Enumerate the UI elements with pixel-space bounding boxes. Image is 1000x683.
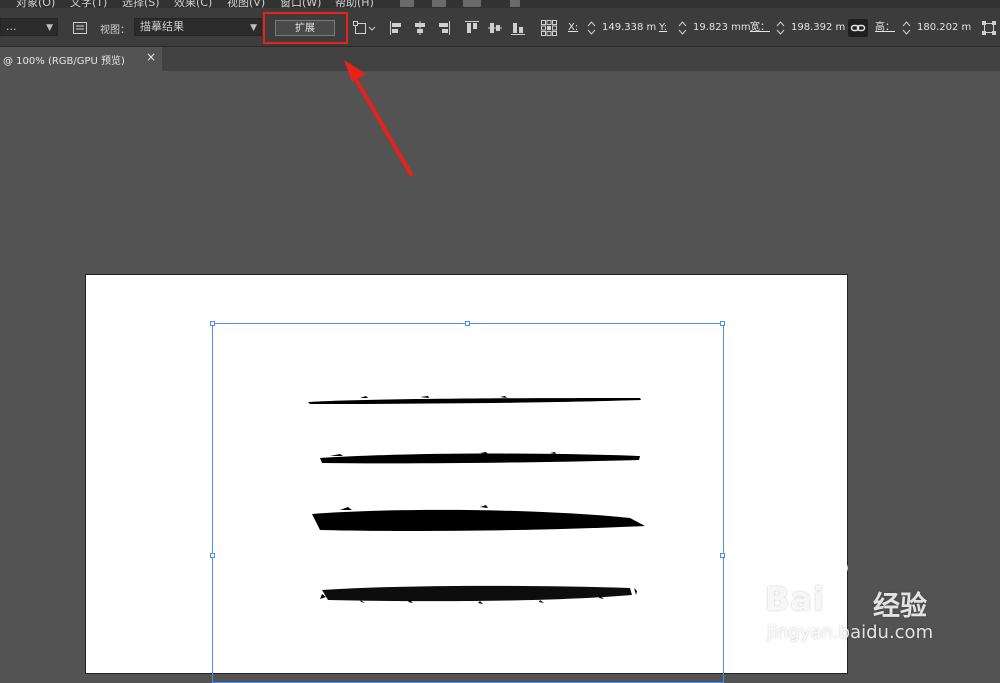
stock-icon[interactable] [432,0,446,7]
align-bottom-icon[interactable] [510,20,526,36]
resize-handle-top-left[interactable] [210,321,215,326]
align-top-icon[interactable] [464,20,480,36]
highlight-box [263,12,348,44]
reference-point-icon[interactable] [541,20,557,36]
baidu-watermark: Bai 经验 jingyan.baidu.com [765,556,1000,664]
brush-icon[interactable] [510,0,520,7]
preset-dropdown[interactable]: ... ▼ [0,18,58,36]
x-stepper-icon[interactable] [587,19,596,37]
height-label: 高： [875,22,895,33]
menu-type[interactable]: 文字(T) [70,0,107,8]
resize-handle-middle-right[interactable] [720,553,725,558]
chevron-down-icon: ▼ [46,23,53,33]
bridge-icon[interactable] [400,0,414,7]
menu-object[interactable]: 对象(O) [16,0,55,8]
watermark-brand: Bai [765,580,825,618]
resize-handle-top-right[interactable] [720,321,725,326]
y-stepper-icon[interactable] [678,19,687,37]
workspace-icon[interactable] [463,0,481,7]
menu-bar: 对象(O) 文字(T) 选择(S) 效果(C) 视图(V) 窗口(W) 帮助(H… [0,0,1000,8]
width-label: 宽： [750,22,770,33]
y-field[interactable]: 19.823 mm [693,19,751,37]
x-label: X: [568,22,579,33]
selection-bounding-box[interactable] [210,321,725,683]
align-middle-v-icon[interactable] [487,20,503,36]
resize-handle-middle-left[interactable] [210,553,215,558]
width-field[interactable]: 198.392 m [791,19,845,37]
watermark-brand-cn: 经验 [873,591,927,622]
y-label: Y: [659,22,668,33]
view-value: 描摹结果 [140,20,184,33]
chevron-down-icon: ▼ [250,23,257,33]
panel-icon[interactable] [72,20,88,36]
constrain-proportions-link-icon[interactable] [848,19,868,37]
width-stepper-icon[interactable] [776,19,785,37]
align-right-icon[interactable] [435,20,451,36]
height-field[interactable]: 180.202 m [917,19,971,37]
watermark-url: jingyan.baidu.com [767,622,934,643]
control-bar: ... ▼ 视图： 描摹结果 ▼ 扩展 X: 149.338 m Y: 19.8 [0,8,1000,47]
menu-view[interactable]: 视图(V) [227,0,265,8]
align-center-h-icon[interactable] [412,20,428,36]
x-field[interactable]: 149.338 m [602,19,656,37]
close-icon[interactable]: × [146,50,156,64]
document-tab[interactable]: @ 100% (RGB/GPU 预览) × [0,47,162,71]
document-tab-bar: @ 100% (RGB/GPU 预览) × [0,47,1000,71]
transform-icon[interactable] [981,20,997,36]
menu-effect[interactable]: 效果(C) [174,0,212,8]
preset-value: ... [6,20,17,33]
resize-handle-top-center[interactable] [465,321,470,326]
menu-help[interactable]: 帮助(H) [335,0,374,8]
height-stepper-icon[interactable] [902,19,911,37]
annotation-arrow-icon [344,60,414,178]
align-left-icon[interactable] [389,20,405,36]
menu-window[interactable]: 窗口(W) [280,0,321,8]
view-label: 视图： [100,25,130,36]
document-tab-title: @ 100% (RGB/GPU 预览) [3,56,125,67]
view-dropdown[interactable]: 描摹结果 ▼ [134,18,262,36]
menu-select[interactable]: 选择(S) [122,0,160,8]
arrange-icon[interactable] [353,20,377,36]
